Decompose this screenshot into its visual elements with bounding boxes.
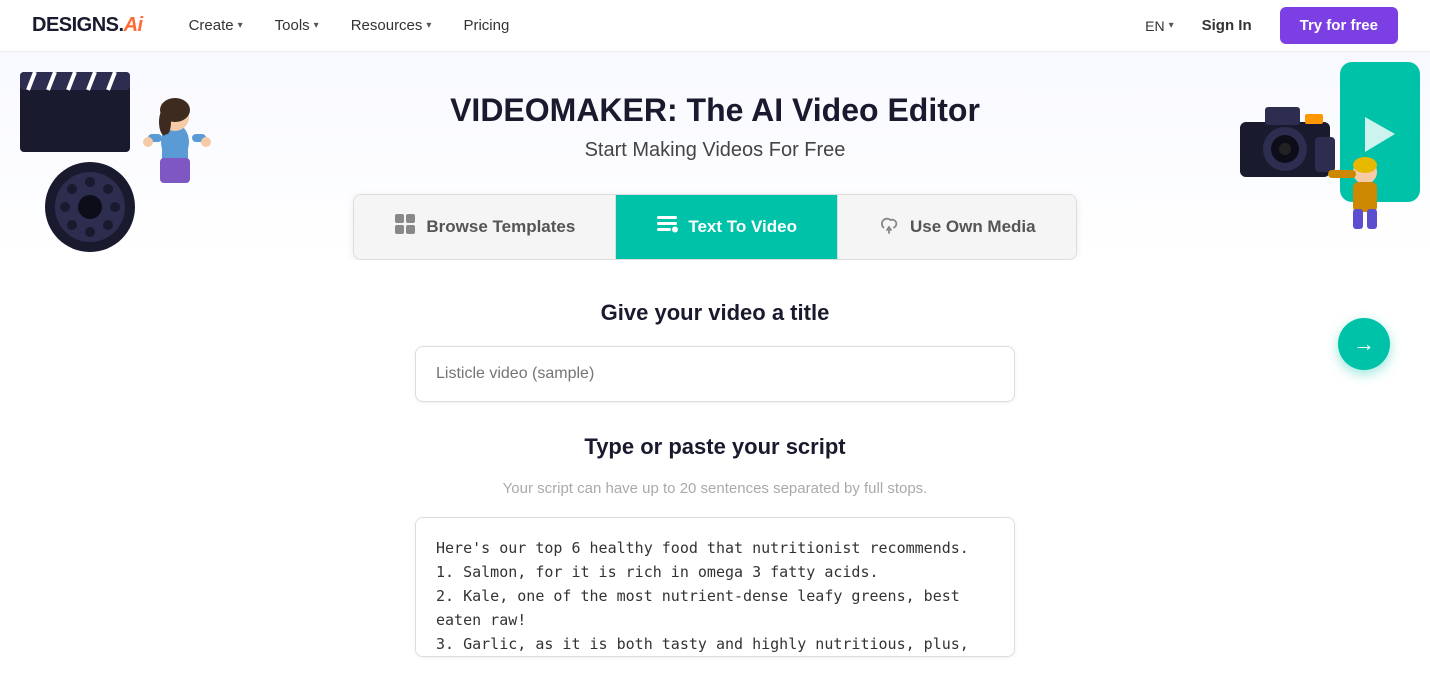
logo-text: DESIGNS.Ai [32, 14, 143, 37]
chevron-down-icon: ▾ [1169, 20, 1174, 31]
script-hint: Your script can have up to 20 sentences … [415, 480, 1015, 497]
nav-pricing[interactable]: Pricing [449, 9, 523, 42]
nav-tools[interactable]: Tools ▾ [261, 9, 333, 42]
hero-title: VIDEOMAKER: The AI Video Editor [353, 92, 1076, 129]
nav-create[interactable]: Create ▾ [175, 9, 257, 42]
hero-content: VIDEOMAKER: The AI Video Editor Start Ma… [333, 92, 1096, 260]
tab-text-to-video[interactable]: Text To Video [616, 195, 838, 259]
video-tabs: Browse Templates Text To Video [353, 194, 1076, 260]
text-lines-icon [656, 213, 678, 241]
language-selector[interactable]: EN ▾ [1145, 18, 1173, 34]
tab-use-own-media[interactable]: Use Own Media [838, 195, 1076, 259]
hero-illustration-right [1210, 52, 1430, 252]
cloud-upload-icon [878, 213, 900, 241]
sign-in-button[interactable]: Sign In [1190, 11, 1264, 40]
tab-browse-templates[interactable]: Browse Templates [354, 195, 616, 259]
script-section-heading: Type or paste your script [415, 434, 1015, 460]
hero-illustration-left [0, 52, 260, 252]
video-title-input[interactable] [415, 346, 1015, 402]
grid-icon [394, 213, 416, 241]
chevron-down-icon: ▾ [426, 20, 431, 31]
script-textarea[interactable]: Here's our top 6 healthy food that nutri… [415, 517, 1015, 657]
try-free-button[interactable]: Try for free [1280, 7, 1398, 44]
arrow-right-icon: → [1353, 331, 1375, 357]
next-button[interactable]: → [1338, 318, 1390, 370]
navbar: DESIGNS.Ai Create ▾ Tools ▾ Resources ▾ … [0, 0, 1430, 52]
nav-links: Create ▾ Tools ▾ Resources ▾ Pricing [175, 9, 1146, 42]
chevron-down-icon: ▾ [314, 20, 319, 31]
title-section-heading: Give your video a title [415, 300, 1015, 326]
hero-section: VIDEOMAKER: The AI Video Editor Start Ma… [0, 52, 1430, 260]
logo[interactable]: DESIGNS.Ai [32, 14, 143, 37]
chevron-down-icon: ▾ [238, 20, 243, 31]
navbar-right: EN ▾ Sign In Try for free [1145, 7, 1398, 44]
main-content: Give your video a title Type or paste yo… [395, 260, 1035, 682]
hero-subtitle: Start Making Videos For Free [353, 139, 1076, 162]
nav-resources[interactable]: Resources ▾ [337, 9, 446, 42]
